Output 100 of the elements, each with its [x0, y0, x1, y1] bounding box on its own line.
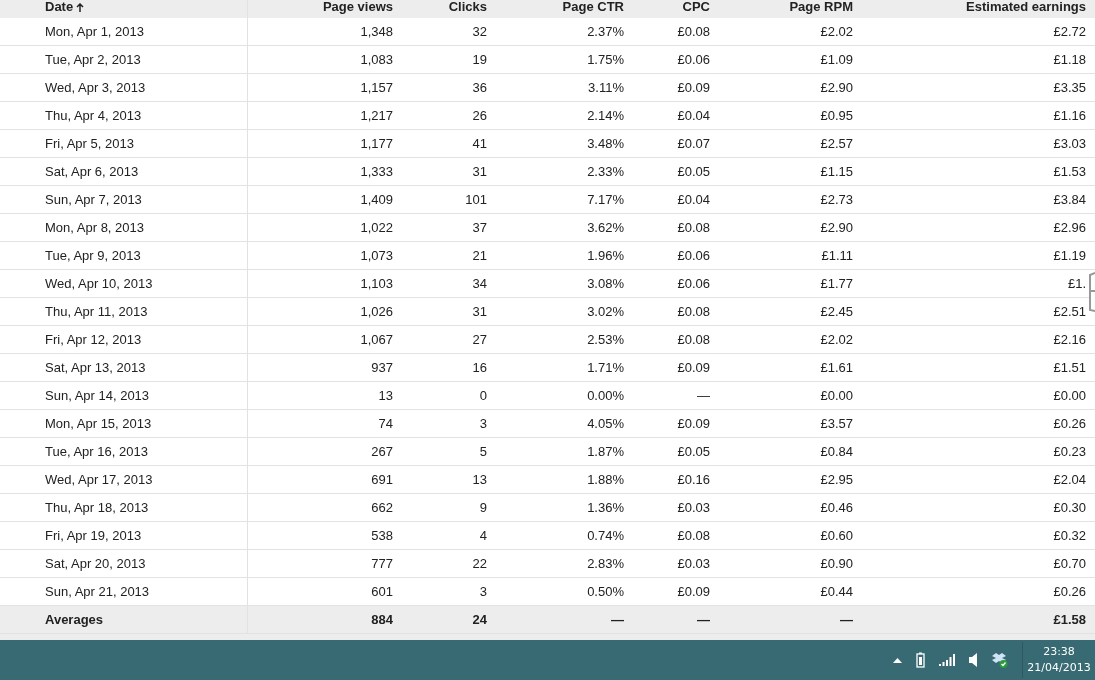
- table-cell: Tue, Apr 2, 2013: [45, 52, 141, 67]
- table-cell: 1,026: [360, 304, 393, 319]
- table-cell: —: [697, 388, 710, 403]
- column-header[interactable]: Date: [45, 0, 74, 13]
- table-cell: Thu, Apr 11, 2013: [45, 304, 148, 319]
- table-cell: Wed, Apr 3, 2013: [45, 80, 146, 95]
- table-cell: Fri, Apr 12, 2013: [45, 332, 142, 347]
- table-cell: 1.75%: [587, 52, 624, 67]
- clock-time[interactable]: 23:38: [1043, 644, 1075, 660]
- table-cell: 1,217: [360, 108, 393, 123]
- table-cell: 1.96%: [587, 248, 624, 263]
- table-cell: 1.71%: [587, 360, 624, 375]
- table-cell: £2.51: [1053, 304, 1086, 319]
- table-cell: £0.06: [677, 52, 710, 67]
- table-cell: £0.04: [677, 108, 710, 123]
- table-cell: 662: [371, 500, 393, 515]
- table-cell: £0.32: [1053, 528, 1086, 543]
- table-cell: Mon, Apr 1, 2013: [45, 24, 144, 39]
- signal-bars-icon[interactable]: [939, 654, 955, 666]
- column-header[interactable]: CPC: [682, 0, 710, 13]
- table-cell: 1,073: [360, 248, 393, 263]
- table-cell: 1.88%: [587, 472, 624, 487]
- battery-icon[interactable]: [916, 652, 925, 668]
- table-cell: 31: [472, 164, 487, 179]
- table-cell: £0.06: [677, 276, 710, 291]
- table-cell: £0.09: [677, 360, 710, 375]
- table-cell: 2.37%: [587, 24, 624, 39]
- column-header[interactable]: Clicks: [448, 0, 487, 13]
- table-cell: £0.09: [677, 80, 710, 95]
- table-cell: £2.95: [820, 472, 853, 487]
- table-cell: £0.90: [820, 556, 853, 571]
- table-cell: 1,409: [360, 192, 393, 207]
- sort-arrow-icon: [76, 3, 85, 12]
- table-cell: £0.07: [677, 136, 710, 151]
- table-cell: £0.46: [820, 500, 853, 515]
- table-cell: —: [611, 612, 624, 627]
- table-cell: £2.04: [1053, 472, 1086, 487]
- table-cell: £1.77: [820, 276, 853, 291]
- table-cell: £1.09: [820, 52, 853, 67]
- table-cell: £2.45: [820, 304, 853, 319]
- clock-date[interactable]: 21/04/2013: [1027, 660, 1091, 676]
- table-cell: Sat, Apr 6, 2013: [45, 164, 139, 179]
- table-cell: —: [697, 612, 710, 627]
- column-header[interactable]: Page RPM: [789, 0, 853, 13]
- table-cell: 2.33%: [587, 164, 624, 179]
- table-cell: £2.57: [820, 136, 853, 151]
- table-cell: £2.72: [1053, 24, 1086, 39]
- speaker-icon[interactable]: [969, 653, 977, 667]
- table-cell: 74: [378, 416, 393, 431]
- table-cell: Sat, Apr 20, 2013: [45, 556, 146, 571]
- table-cell: 0.50%: [587, 584, 624, 599]
- table-cell: £0.23: [1053, 444, 1086, 459]
- table-cell: Mon, Apr 15, 2013: [45, 416, 152, 431]
- table-cell: 9: [479, 500, 487, 515]
- table-cell: 7.17%: [587, 192, 624, 207]
- table-cell: 13: [378, 388, 393, 403]
- table-cell: £1.61: [820, 360, 853, 375]
- table-cell: 538: [371, 528, 393, 543]
- table-cell: £2.90: [820, 80, 853, 95]
- table-cell: £0.08: [677, 24, 710, 39]
- table-cell: £0.05: [677, 444, 710, 459]
- table-cell: £2.96: [1053, 220, 1086, 235]
- table-cell: 691: [371, 472, 393, 487]
- table-cell: 1,103: [360, 276, 393, 291]
- table-cell: Averages: [45, 612, 104, 627]
- caret-up-icon[interactable]: [893, 657, 902, 663]
- table-cell: 2.53%: [587, 332, 624, 347]
- table-cell: 1,177: [360, 136, 393, 151]
- table-cell: 37: [472, 220, 487, 235]
- table-cell: £0.84: [820, 444, 853, 459]
- table-cell: 31: [472, 304, 487, 319]
- table-cell: £0.00: [820, 388, 853, 403]
- table-cell: 0.00%: [587, 388, 624, 403]
- table-cell: 3.48%: [587, 136, 624, 151]
- table-cell: £3.35: [1053, 80, 1086, 95]
- table-cell: £0.60: [820, 528, 853, 543]
- table-cell: £0.26: [1053, 584, 1086, 599]
- table-cell: 0: [479, 388, 487, 403]
- table-cell: £2.02: [820, 332, 853, 347]
- table-cell: £0.04: [677, 192, 710, 207]
- table-cell: £1.51: [1053, 360, 1086, 375]
- table-cell: £0.26: [1053, 416, 1086, 431]
- table-cell: 1,022: [360, 220, 393, 235]
- table-cell: 22: [472, 556, 487, 571]
- column-header[interactable]: Estimated earnings: [966, 0, 1086, 13]
- table-cell: 777: [371, 556, 393, 571]
- column-header[interactable]: Page CTR: [562, 0, 624, 13]
- table-cell: 1,157: [360, 80, 393, 95]
- table-cell: £1.58: [1053, 612, 1086, 627]
- table-cell: £0.00: [1053, 388, 1086, 403]
- table-cell: £0.16: [677, 472, 710, 487]
- table-cell: 1,348: [360, 24, 393, 39]
- column-header[interactable]: Page views: [322, 0, 393, 13]
- table-cell: Wed, Apr 17, 2013: [45, 472, 153, 487]
- table-cell: £0.08: [677, 220, 710, 235]
- table-cell: 21: [472, 248, 487, 263]
- box-check-icon[interactable]: [991, 652, 1008, 668]
- table-cell: 24: [472, 612, 487, 627]
- table-cell: 27: [472, 332, 487, 347]
- table-cell: 3.08%: [587, 276, 624, 291]
